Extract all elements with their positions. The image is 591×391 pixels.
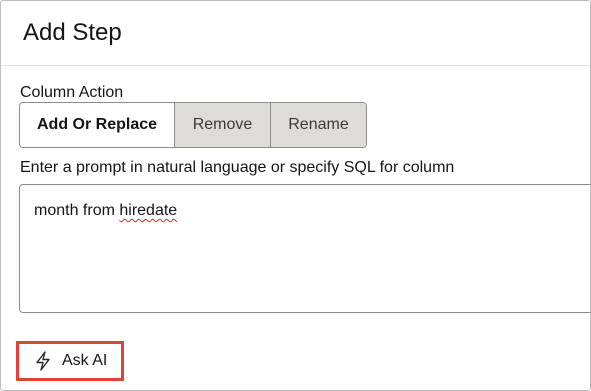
- dialog-header: Add Step: [1, 1, 590, 66]
- column-action-segmented-control: Add Or Replace Remove Rename: [19, 102, 367, 148]
- prompt-label: Enter a prompt in natural language or sp…: [20, 159, 455, 176]
- ask-ai-label: Ask AI: [62, 352, 108, 369]
- ask-ai-button[interactable]: Ask AI: [16, 341, 124, 381]
- misspelled-word: hiredate: [119, 202, 178, 219]
- prompt-text: month from hiredate: [34, 201, 177, 221]
- remove-button[interactable]: Remove: [174, 103, 270, 147]
- lightning-bolt-icon: [33, 351, 53, 371]
- rename-button[interactable]: Rename: [270, 103, 366, 147]
- prompt-textarea[interactable]: month from hiredate: [19, 184, 590, 313]
- prompt-text-prefix: month from: [34, 202, 120, 219]
- add-step-dialog: Add Step Column Action Add Or Replace Re…: [0, 0, 591, 391]
- add-or-replace-button[interactable]: Add Or Replace: [20, 103, 174, 147]
- column-action-label: Column Action: [20, 84, 124, 101]
- dialog-title: Add Step: [23, 19, 122, 46]
